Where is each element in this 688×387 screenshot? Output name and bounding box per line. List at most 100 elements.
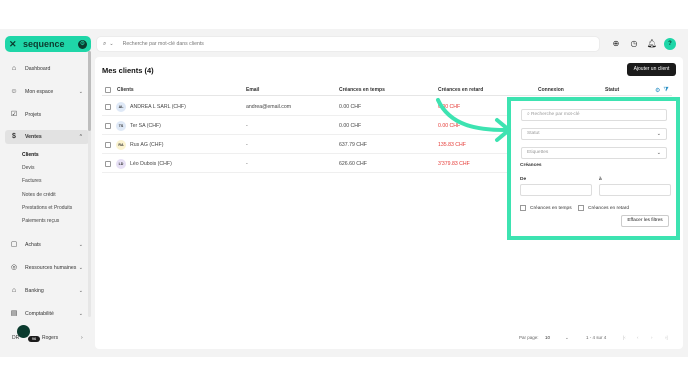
sidebar-item-mon-espace[interactable]: ☺ Mon espace ⌄ bbox=[5, 85, 89, 99]
chevron-down-icon[interactable]: ⌄ bbox=[565, 335, 569, 341]
column-header-connexion[interactable]: Connexion bbox=[538, 87, 564, 93]
late-checkbox[interactable]: Créances en retard bbox=[578, 205, 629, 211]
checkbox-box bbox=[520, 205, 526, 211]
to-label: à bbox=[599, 177, 602, 182]
creances-to-input[interactable] bbox=[599, 184, 671, 196]
sidebar-subitem-clients[interactable]: Clients bbox=[22, 152, 39, 158]
client-name[interactable]: Léo Dubois (CHF) bbox=[130, 161, 172, 167]
chevron-down-icon: ⌄ bbox=[78, 311, 83, 317]
last-page-icon[interactable]: ›| bbox=[665, 335, 668, 340]
sidebar-item-banking[interactable]: ⌂ Banking ⌄ bbox=[5, 284, 89, 298]
chevron-down-icon: ⌄ bbox=[78, 288, 83, 294]
column-header-statut[interactable]: Statut bbox=[605, 87, 619, 93]
help-icon[interactable]: ? bbox=[664, 38, 676, 50]
sidebar-scrollbar-thumb[interactable] bbox=[88, 51, 91, 131]
sidebar-item-achats[interactable]: ▢ Achats ⌄ bbox=[5, 238, 89, 252]
filter-icon[interactable]: ⧩ bbox=[663, 87, 668, 94]
row-checkbox[interactable] bbox=[105, 104, 111, 110]
creances-from-input[interactable] bbox=[520, 184, 592, 196]
next-page-icon[interactable]: › bbox=[651, 335, 653, 340]
creances-temps: 0.00 CHF bbox=[339, 123, 362, 129]
column-header-email[interactable]: Email bbox=[246, 87, 259, 93]
client-name[interactable]: Rus AG (CHF) bbox=[130, 142, 163, 148]
client-email: - bbox=[246, 123, 248, 129]
sidebar-subitem-prestations[interactable]: Prestations et Produits bbox=[22, 205, 72, 211]
client-name[interactable]: ANDREA L SARL (CHF) bbox=[130, 104, 186, 110]
sidebar-item-label: Dashboard bbox=[25, 66, 51, 72]
chevron-down-icon[interactable]: ⌄ bbox=[109, 41, 113, 47]
checkbox-box bbox=[578, 205, 584, 211]
row-checkbox[interactable] bbox=[105, 142, 111, 148]
filter-panel: ⌕ Recherche par mot-clé Statut ⌄ Etiquet… bbox=[507, 97, 680, 240]
sidebar-item-comptabilite[interactable]: ▤ Comptabilité ⌄ bbox=[5, 307, 89, 321]
bell-icon[interactable]: 🔔︎ bbox=[646, 38, 658, 50]
chevron-right-icon[interactable]: › bbox=[81, 335, 83, 341]
row-checkbox[interactable] bbox=[105, 123, 111, 129]
select-all-checkbox[interactable] bbox=[105, 87, 111, 93]
sidebar-item-projets[interactable]: ☑ Projets bbox=[5, 108, 89, 122]
sidebar-item-ressources-humaines[interactable]: ◎ Ressources humaines ⌄ bbox=[5, 261, 89, 275]
clock-icon[interactable]: ◷ bbox=[628, 38, 640, 50]
ledger-icon: ▤ bbox=[10, 310, 18, 317]
creances-retard: 0.00 CHF bbox=[438, 123, 461, 129]
globe-icon: ◎ bbox=[10, 264, 18, 271]
sidebar-subitem-notes-de-credit[interactable]: Notes de crédit bbox=[22, 192, 56, 198]
status-placeholder: Statut bbox=[527, 131, 540, 136]
chevron-down-icon: ⌄ bbox=[78, 89, 83, 95]
brand-logo[interactable]: ✕ sequence ⚙ bbox=[5, 36, 91, 52]
search-icon: ⌕ bbox=[103, 40, 107, 47]
creances-temps: 626.60 CHF bbox=[339, 161, 367, 167]
per-page-select[interactable]: 10 bbox=[545, 335, 550, 340]
sidebar-subitem-devis[interactable]: Devis bbox=[22, 165, 35, 171]
creances-temps: 637.79 CHF bbox=[339, 142, 367, 148]
chevron-down-icon: ⌄ bbox=[656, 150, 661, 156]
brand-name: sequence bbox=[23, 39, 65, 49]
client-name[interactable]: Ter SA (CHF) bbox=[130, 123, 161, 129]
add-client-button[interactable]: Ajouter un client bbox=[627, 63, 676, 76]
first-page-icon[interactable]: |‹ bbox=[623, 335, 626, 340]
topbar-icons: ⊕ ◷ 🔔︎ ? bbox=[610, 38, 676, 50]
sidebar-subitem-factures[interactable]: Factures bbox=[22, 178, 41, 184]
filter-search-input[interactable]: ⌕ Recherche par mot-clé bbox=[521, 109, 667, 121]
clear-filters-button[interactable]: Effacer les filtres bbox=[621, 215, 669, 227]
bank-icon: ⌂ bbox=[11, 287, 17, 294]
client-email: - bbox=[246, 161, 248, 167]
user-name[interactable]: Rogers bbox=[42, 335, 58, 341]
per-page-label: Par page: bbox=[519, 335, 539, 340]
sidebar-item-dashboard[interactable]: ⌂ Dashboard bbox=[5, 62, 89, 76]
sidebar-item-ventes[interactable]: $ Ventes ⌃ bbox=[5, 130, 89, 144]
column-header-clients[interactable]: Clients bbox=[117, 87, 134, 93]
column-header-creances-retard[interactable]: Créances en retard bbox=[438, 87, 483, 93]
creances-retard: 0.00 CHF bbox=[438, 104, 461, 110]
client-avatar: RA bbox=[116, 140, 126, 150]
sidebar-subitem-paiements[interactable]: Paiements reçus bbox=[22, 218, 59, 224]
settings-icon[interactable]: ⚙ bbox=[78, 39, 87, 49]
sidebar-item-label: Ressources humaines bbox=[25, 265, 77, 271]
late-label: Créances en retard bbox=[588, 205, 630, 211]
prev-page-icon[interactable]: ‹ bbox=[637, 335, 639, 340]
search-placeholder: Recherche par mot-clé dans clients bbox=[122, 41, 204, 47]
on-time-checkbox[interactable]: Créances en temps bbox=[520, 205, 572, 211]
chevron-down-icon: ⌄ bbox=[656, 131, 661, 137]
money-bag-icon: $ bbox=[12, 133, 16, 140]
sequence-logo-icon: ✕ bbox=[9, 39, 17, 49]
client-avatar: TS bbox=[116, 121, 126, 131]
table-header: Clients Email Créances en temps Créances… bbox=[102, 85, 672, 96]
creances-retard: 135.83 CHF bbox=[438, 142, 466, 148]
check-square-icon: ☑ bbox=[10, 111, 18, 118]
status-select[interactable]: Statut ⌄ bbox=[521, 128, 667, 140]
chevron-up-icon: ⌃ bbox=[78, 134, 83, 140]
tags-select[interactable]: Etiquettes ⌄ bbox=[521, 147, 667, 159]
chevron-down-icon: ⌄ bbox=[78, 265, 83, 271]
client-email: - bbox=[246, 142, 248, 148]
row-checkbox[interactable] bbox=[105, 161, 111, 167]
settings-icon[interactable]: ⚙ bbox=[655, 87, 660, 94]
sidebar-item-label: Projets bbox=[25, 112, 42, 118]
shopping-bag-icon: ▢ bbox=[10, 241, 18, 248]
global-search-input[interactable]: ⌕ ⌄ Recherche par mot-clé dans clients bbox=[96, 36, 600, 52]
pagination-range: 1 - 4 sur 4 bbox=[586, 335, 607, 340]
creances-temps: 0.00 CHF bbox=[339, 104, 362, 110]
column-header-creances-temps[interactable]: Créances en temps bbox=[339, 87, 385, 93]
filter-search-placeholder: Recherche par mot-clé bbox=[531, 112, 580, 117]
add-icon[interactable]: ⊕ bbox=[610, 38, 622, 50]
